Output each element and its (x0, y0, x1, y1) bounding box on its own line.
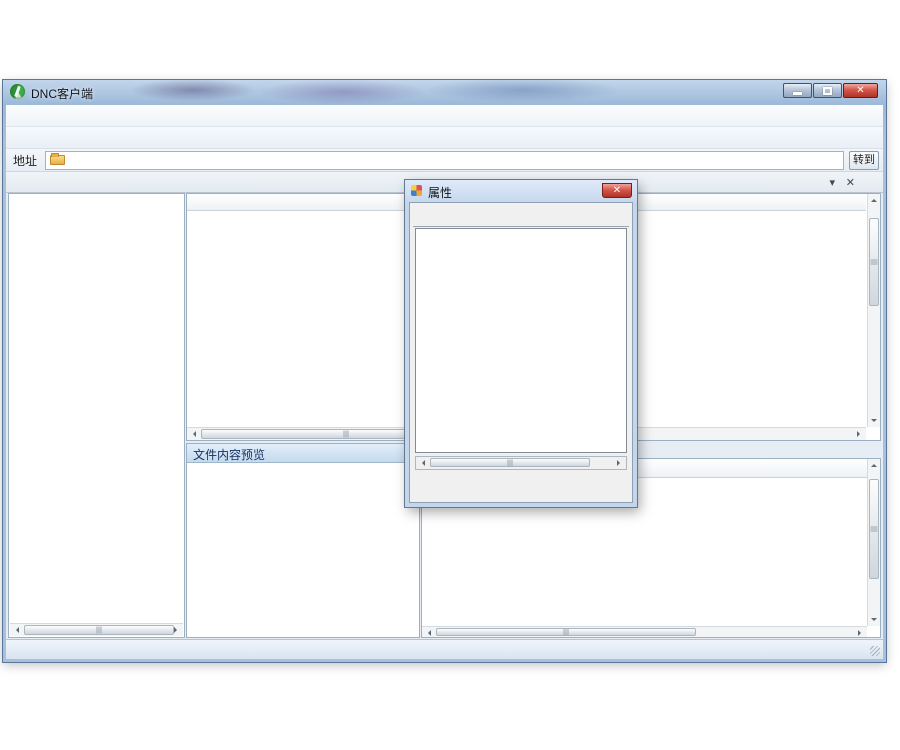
app-logo-icon (10, 84, 25, 99)
version-table (415, 228, 627, 453)
dialog-horizontal-scrollbar[interactable] (415, 456, 627, 470)
chevron-down-icon[interactable]: ▾ (829, 176, 835, 189)
dialog-body (409, 202, 633, 503)
attachments-vertical-scrollbar[interactable] (867, 459, 880, 626)
file-list-vertical-scrollbar[interactable] (867, 194, 880, 427)
address-label: 地址 (13, 152, 37, 169)
properties-dialog: 属性 ✕ (405, 180, 637, 507)
tree-horizontal-scrollbar[interactable] (10, 623, 183, 636)
close-button[interactable]: ✕ (843, 83, 878, 98)
properties-icon (411, 185, 422, 196)
dialog-tabs (413, 207, 629, 227)
resize-grip[interactable] (870, 646, 880, 656)
menu-bar (6, 105, 883, 127)
preview-content (187, 463, 419, 469)
dialog-close-button[interactable]: ✕ (602, 183, 632, 198)
go-button[interactable]: 转到 (849, 151, 879, 170)
breadcrumb (45, 151, 844, 170)
dialog-titlebar[interactable]: 属性 ✕ (405, 180, 637, 202)
close-view-icon[interactable]: ✕ (846, 176, 855, 189)
status-bar (6, 639, 883, 659)
dialog-buttons (410, 479, 632, 503)
window-title: DNC客户端 (31, 85, 93, 102)
dialog-title: 属性 (428, 184, 452, 201)
folder-tree-panel (8, 193, 185, 638)
folder-icon (50, 155, 65, 165)
maximize-button[interactable] (813, 83, 842, 98)
file-preview-panel: 文件内容预览 (186, 443, 420, 638)
attachments-horizontal-scrollbar[interactable] (422, 626, 867, 637)
address-bar: 地址 转到 (6, 149, 883, 172)
dnc-client-window: DNC客户端 ✕ 地址 转到 ▾ ✕ (3, 80, 886, 662)
titlebar[interactable]: DNC客户端 ✕ (3, 80, 886, 105)
toolbar (6, 127, 883, 149)
preview-title: 文件内容预览 (187, 444, 419, 463)
minimize-button[interactable] (783, 83, 812, 98)
